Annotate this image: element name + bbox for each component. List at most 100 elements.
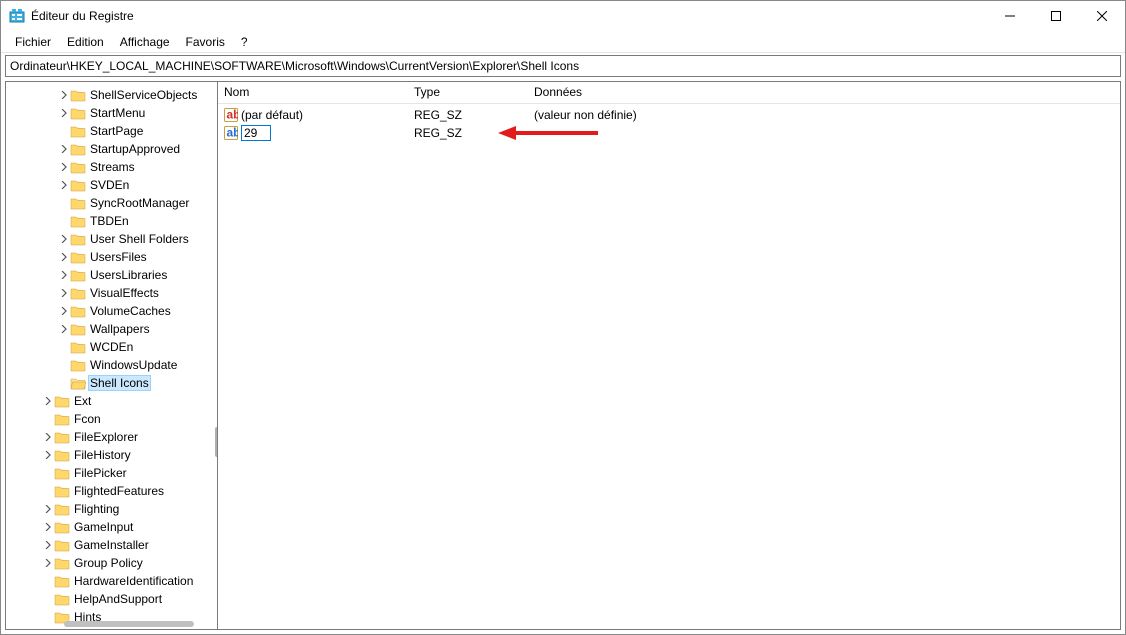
- folder-icon: [54, 592, 70, 606]
- tree-item-label: SVDEn: [88, 178, 131, 192]
- value-row[interactable]: REG_SZ: [218, 124, 1120, 142]
- chevron-right-icon[interactable]: [58, 145, 70, 153]
- tree-item[interactable]: StartMenu: [6, 104, 217, 122]
- tree-item[interactable]: SyncRootManager: [6, 194, 217, 212]
- value-row[interactable]: (par défaut)REG_SZ(valeur non définie): [218, 106, 1120, 124]
- tree-item-label: StartMenu: [88, 106, 147, 120]
- tree-item[interactable]: GameInstaller: [6, 536, 217, 554]
- tree-item[interactable]: HelpAndSupport: [6, 590, 217, 608]
- regedit-icon: [9, 8, 25, 24]
- tree-item-label: Ext: [72, 394, 93, 408]
- tree-item[interactable]: HardwareIdentification: [6, 572, 217, 590]
- tree-item[interactable]: StartupApproved: [6, 140, 217, 158]
- folder-icon: [70, 160, 86, 174]
- column-header-name[interactable]: Nom: [218, 82, 408, 103]
- chevron-right-icon[interactable]: [58, 289, 70, 297]
- minimize-button[interactable]: [987, 1, 1033, 31]
- tree-item[interactable]: StartPage: [6, 122, 217, 140]
- folder-icon: [54, 574, 70, 588]
- column-header-type[interactable]: Type: [408, 82, 528, 103]
- value-name-input[interactable]: [241, 125, 271, 141]
- tree-item[interactable]: FilePicker: [6, 464, 217, 482]
- folder-icon: [54, 430, 70, 444]
- chevron-right-icon[interactable]: [42, 397, 54, 405]
- tree-item[interactable]: Fcon: [6, 410, 217, 428]
- tree-pane: ShellServiceObjects StartMenu StartPage Sta…: [6, 82, 218, 629]
- value-data-cell: (valeur non définie): [528, 108, 1120, 122]
- tree-item[interactable]: UsersFiles: [6, 248, 217, 266]
- chevron-right-icon[interactable]: [58, 253, 70, 261]
- window-title: Éditeur du Registre: [31, 9, 134, 23]
- chevron-right-icon[interactable]: [58, 325, 70, 333]
- maximize-button[interactable]: [1033, 1, 1079, 31]
- menu-view[interactable]: Affichage: [112, 33, 178, 51]
- chevron-right-icon[interactable]: [42, 505, 54, 513]
- folder-icon: [70, 340, 86, 354]
- folder-icon: [70, 232, 86, 246]
- tree-item[interactable]: FileExplorer: [6, 428, 217, 446]
- tree-item[interactable]: SVDEn: [6, 176, 217, 194]
- tree-item-label: FileExplorer: [72, 430, 140, 444]
- chevron-right-icon[interactable]: [58, 163, 70, 171]
- tree-item-label: StartPage: [88, 124, 145, 138]
- tree-item[interactable]: VolumeCaches: [6, 302, 217, 320]
- tree-item[interactable]: UsersLibraries: [6, 266, 217, 284]
- chevron-right-icon[interactable]: [42, 451, 54, 459]
- tree-item-label: VisualEffects: [88, 286, 161, 300]
- chevron-right-icon[interactable]: [42, 541, 54, 549]
- tree-item[interactable]: ShellServiceObjects: [6, 86, 217, 104]
- chevron-right-icon[interactable]: [42, 433, 54, 441]
- chevron-right-icon[interactable]: [58, 271, 70, 279]
- tree-item[interactable]: WCDEn: [6, 338, 217, 356]
- tree-item-label: Streams: [88, 160, 137, 174]
- chevron-right-icon[interactable]: [42, 523, 54, 531]
- value-name-cell: [218, 125, 408, 141]
- tree-item-label: ShellServiceObjects: [88, 88, 199, 102]
- menu-edit[interactable]: Edition: [59, 33, 112, 51]
- address-text: Ordinateur\HKEY_LOCAL_MACHINE\SOFTWARE\M…: [10, 59, 579, 73]
- tree-item-label: Wallpapers: [88, 322, 152, 336]
- tree-item[interactable]: Group Policy: [6, 554, 217, 572]
- folder-icon: [54, 448, 70, 462]
- menu-help[interactable]: ?: [233, 33, 256, 51]
- list-body[interactable]: (par défaut)REG_SZ(valeur non définie)RE…: [218, 104, 1120, 629]
- chevron-right-icon[interactable]: [58, 235, 70, 243]
- folder-icon: [70, 124, 86, 138]
- maximize-icon: [1051, 11, 1061, 21]
- address-bar[interactable]: Ordinateur\HKEY_LOCAL_MACHINE\SOFTWARE\M…: [5, 55, 1121, 77]
- tree-list[interactable]: ShellServiceObjects StartMenu StartPage Sta…: [6, 86, 217, 629]
- tree-hscroll-thumb[interactable]: [64, 621, 194, 627]
- tree-item[interactable]: TBDEn: [6, 212, 217, 230]
- value-name-cell: (par défaut): [218, 108, 408, 122]
- tree-item-label: SyncRootManager: [88, 196, 191, 210]
- tree-item[interactable]: Shell Icons: [6, 374, 217, 392]
- titlebar: Éditeur du Registre: [1, 1, 1125, 31]
- menu-favorites[interactable]: Favoris: [178, 33, 233, 51]
- tree-item-label: Shell Icons: [88, 375, 151, 391]
- close-button[interactable]: [1079, 1, 1125, 31]
- chevron-right-icon[interactable]: [58, 109, 70, 117]
- list-pane: Nom Type Données (par défaut)REG_SZ(vale…: [218, 82, 1120, 629]
- menu-file[interactable]: Fichier: [7, 33, 59, 51]
- tree-item-label: FilePicker: [72, 466, 129, 480]
- tree-item-label: UsersFiles: [88, 250, 149, 264]
- tree-item[interactable]: FileHistory: [6, 446, 217, 464]
- tree-item[interactable]: GameInput: [6, 518, 217, 536]
- chevron-right-icon[interactable]: [58, 181, 70, 189]
- chevron-right-icon[interactable]: [42, 559, 54, 567]
- column-header-data[interactable]: Données: [528, 82, 1120, 103]
- tree-item[interactable]: VisualEffects: [6, 284, 217, 302]
- tree-item[interactable]: Ext: [6, 392, 217, 410]
- tree-item[interactable]: Flighting: [6, 500, 217, 518]
- tree-item-label: FlightedFeatures: [72, 484, 166, 498]
- tree-item[interactable]: WindowsUpdate: [6, 356, 217, 374]
- menubar: Fichier Edition Affichage Favoris ?: [1, 31, 1125, 53]
- chevron-right-icon[interactable]: [58, 91, 70, 99]
- tree-item[interactable]: FlightedFeatures: [6, 482, 217, 500]
- folder-icon: [70, 358, 86, 372]
- folder-icon: [70, 196, 86, 210]
- tree-item[interactable]: Streams: [6, 158, 217, 176]
- tree-item[interactable]: Wallpapers: [6, 320, 217, 338]
- chevron-right-icon[interactable]: [58, 307, 70, 315]
- tree-item[interactable]: User Shell Folders: [6, 230, 217, 248]
